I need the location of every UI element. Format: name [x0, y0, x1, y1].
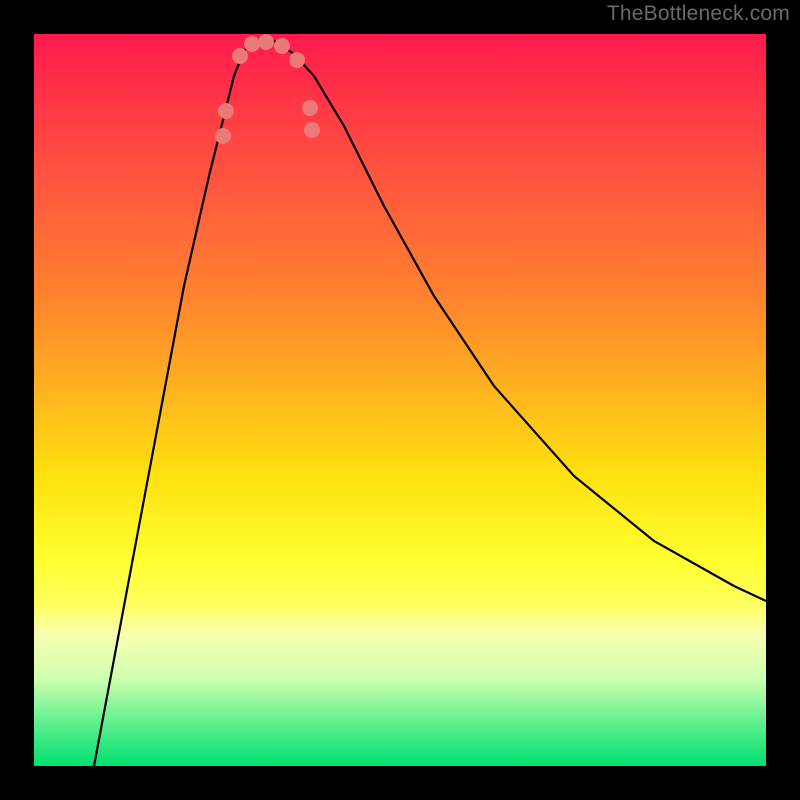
highlight-dot — [218, 103, 234, 119]
highlight-dot — [258, 34, 274, 50]
highlight-dot — [232, 48, 248, 64]
highlight-dot — [302, 100, 318, 116]
watermark-text: TheBottleneck.com — [607, 2, 790, 26]
plot-area — [34, 34, 766, 766]
highlight-dot — [244, 36, 260, 52]
highlight-dot — [304, 122, 320, 138]
bottleneck-curve — [94, 38, 766, 766]
chart-frame: TheBottleneck.com — [0, 0, 800, 800]
highlight-dot — [289, 52, 305, 68]
highlight-dot — [215, 128, 231, 144]
curve-svg — [34, 34, 766, 766]
highlight-dot — [274, 38, 290, 54]
